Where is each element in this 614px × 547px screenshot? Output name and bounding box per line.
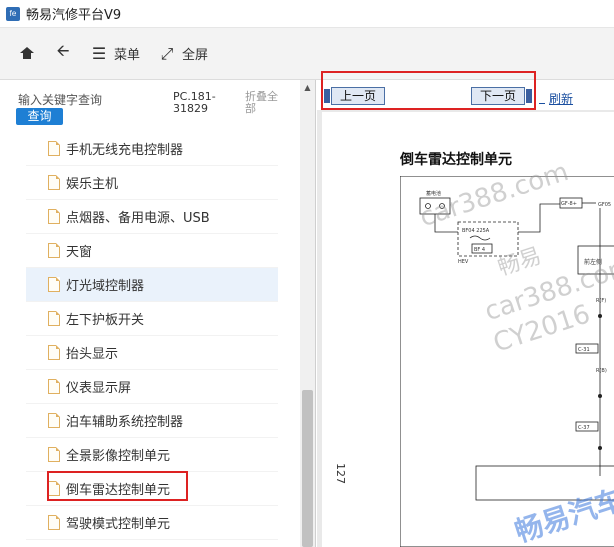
tree-item-label: 左下护板开关 xyxy=(66,313,145,328)
tree-item[interactable]: 娱乐主机 xyxy=(26,166,278,200)
search-input[interactable]: 输入关键字查询 xyxy=(18,91,102,108)
tree-item[interactable]: 点烟器、备用电源、USB xyxy=(26,200,278,234)
prev-page-button[interactable]: 上一页 xyxy=(331,87,385,105)
search-button[interactable]: 查询 xyxy=(16,108,63,125)
connector-label: BF 4 xyxy=(474,247,485,253)
hev-label: HEV xyxy=(458,259,469,265)
rf-label: R(F) xyxy=(596,298,606,304)
separator xyxy=(539,94,545,104)
hamburger-icon: ☰ xyxy=(91,44,107,63)
fuse-label: BF04 225A xyxy=(462,228,490,234)
tree-item-label: 灯光域控制器 xyxy=(66,279,145,294)
menu-label: 菜单 xyxy=(114,48,141,63)
title-bar: fe 畅易汽修平台V9 xyxy=(0,0,614,28)
back-button[interactable]: 🡨 xyxy=(54,40,72,67)
document-code: PC.181-31829 xyxy=(173,90,216,115)
back-arrow-icon: 🡨 xyxy=(56,41,70,60)
document-icon xyxy=(48,209,60,224)
document-icon xyxy=(48,481,60,496)
tree-item-selected[interactable]: 倒车雷达控制单元 xyxy=(26,472,278,506)
fullscreen-button[interactable]: ⤢ 全屏 xyxy=(158,44,208,64)
tree-item-label: 点烟器、备用电源、USB xyxy=(66,211,210,226)
tree-item-label: 仪表显示屏 xyxy=(66,381,132,396)
next-page-button[interactable]: 下一页 xyxy=(471,87,525,105)
menu-button[interactable]: ☰ 菜单 xyxy=(90,44,140,63)
collapse-all-link[interactable]: 折叠全部 xyxy=(245,91,287,115)
document-page: 倒车雷达控制单元 127 蓄电池 BF04 225A BF 4 HEV GF-8… xyxy=(322,112,614,547)
document-icon xyxy=(48,447,60,462)
scrollbar-thumb[interactable] xyxy=(302,390,313,547)
tree-item[interactable]: 抬头显示 xyxy=(26,336,278,370)
gf-label: GF-8+ xyxy=(561,201,577,207)
search-row: 输入关键字查询 查询 PC.181-31829 折叠全部 xyxy=(0,80,300,132)
toolbar: 🡨 ☰ 菜单 ⤢ 全屏 xyxy=(0,28,614,80)
page-number: 127 xyxy=(334,463,347,484)
fullscreen-icon: ⤢ xyxy=(160,43,174,63)
tree-item-label: 泊车辅助系统控制器 xyxy=(66,415,184,430)
tree-item-label: 驾驶模式控制单元 xyxy=(66,517,171,532)
document-icon xyxy=(48,175,60,190)
home-button[interactable] xyxy=(18,44,36,63)
c37-label: C-37 xyxy=(578,425,590,431)
window-title: 畅易汽修平台V9 xyxy=(26,8,122,23)
rb-label: R(B) xyxy=(596,368,607,374)
tree-item[interactable]: 手机无线充电控制器 xyxy=(26,132,278,166)
refresh-link[interactable]: 刷新 xyxy=(549,90,573,107)
tree-item-label: 手机无线充电控制器 xyxy=(66,143,184,158)
next-handle-icon xyxy=(526,89,532,103)
document-icon xyxy=(48,277,60,292)
tree-list: 手机无线充电控制器 娱乐主机 点烟器、备用电源、USB 天窗 灯光域控制器 左下… xyxy=(0,132,300,547)
document-icon xyxy=(48,141,60,156)
tree-item[interactable]: 泊车辅助系统控制器 xyxy=(26,404,278,438)
document-icon xyxy=(48,515,60,530)
tree-item[interactable]: 仪表显示屏 xyxy=(26,370,278,404)
tree-item[interactable]: 左下护板开关 xyxy=(26,302,278,336)
tree-item-label: 娱乐主机 xyxy=(66,177,119,192)
document-icon xyxy=(48,379,60,394)
tree-item[interactable]: 天窗 xyxy=(26,234,278,268)
tree-item-label: 天窗 xyxy=(66,245,93,260)
prev-handle-icon xyxy=(324,89,330,103)
gf2-label: GF05 xyxy=(598,202,611,208)
tree-item[interactable]: 灯光域控制器 xyxy=(26,268,278,302)
document-title: 倒车雷达控制单元 xyxy=(400,152,512,168)
document-icon xyxy=(48,311,60,326)
tree-item-label: 抬头显示 xyxy=(66,347,119,362)
tree-item-label: 全景影像控制单元 xyxy=(66,449,171,464)
tree-item[interactable]: 全景影像控制单元 xyxy=(26,438,278,472)
document-icon xyxy=(48,413,60,428)
scroll-up-arrow-icon[interactable]: ▲ xyxy=(300,80,315,96)
fullscreen-label: 全屏 xyxy=(182,48,209,63)
home-icon xyxy=(18,44,36,63)
document-icon xyxy=(48,243,60,258)
tree-item-label: 倒车雷达控制单元 xyxy=(66,483,171,498)
app-icon: fe xyxy=(6,6,20,21)
c31-label: C-31 xyxy=(578,347,590,353)
left-panel: 输入关键字查询 查询 PC.181-31829 折叠全部 手机无线充电控制器 娱… xyxy=(0,80,316,547)
document-icon xyxy=(48,345,60,360)
tree-item[interactable]: 驾驶模式控制单元 xyxy=(26,506,278,540)
